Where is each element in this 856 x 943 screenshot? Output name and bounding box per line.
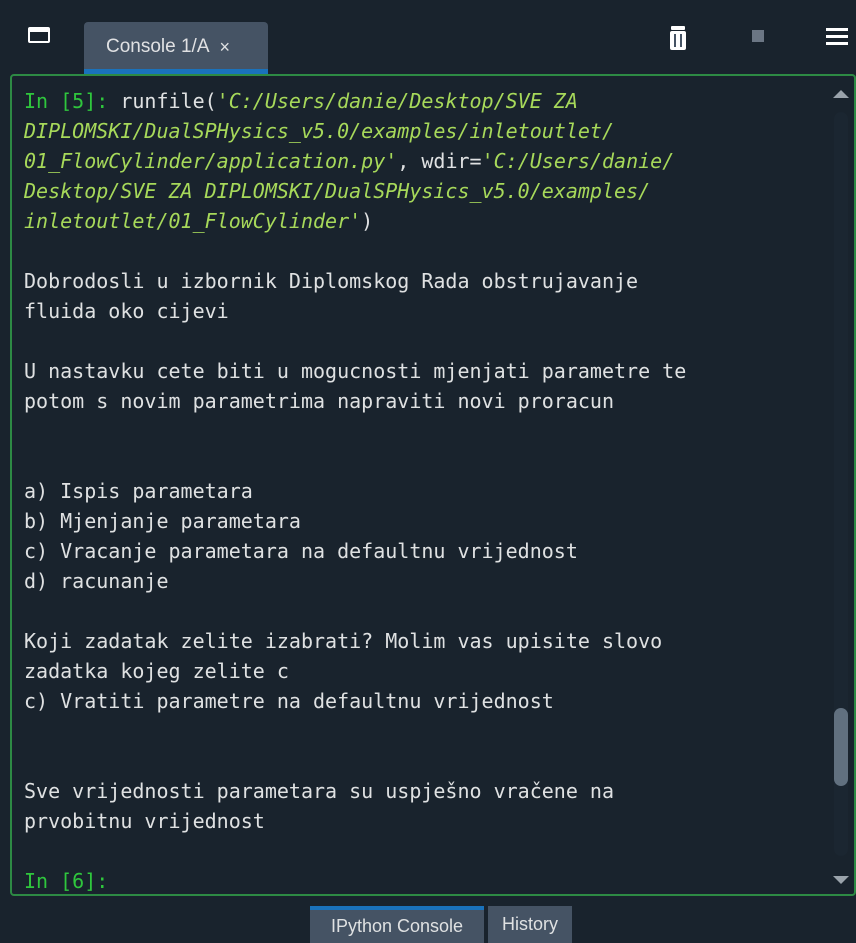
console-text: c) Vratiti parametre na defaultnu vrijed…: [24, 689, 554, 713]
console-line: potom s novim parametrima napraviti novi…: [24, 386, 829, 416]
console-text: runfile(: [120, 89, 217, 113]
console-output: In [5]: runfile('C:/Users/danie/Desktop/…: [24, 86, 829, 894]
console-line: Dobrodosli u izbornik Diplomskog Rada ob…: [24, 266, 829, 296]
console-line: d) racunanje: [24, 566, 829, 596]
string-literal: 01_FlowCylinder/application.py': [24, 149, 398, 173]
string-literal: DIPLOMSKI/DualSPHysics_v5.0/examples/inl…: [24, 119, 615, 143]
tab-label: Console 1/A: [106, 36, 210, 57]
console-line: zadatka kojeg zelite c: [24, 656, 829, 686]
ipython-console-pane[interactable]: In [5]: runfile('C:/Users/danie/Desktop/…: [10, 74, 856, 896]
console-line: fluida oko cijevi: [24, 296, 829, 326]
bottom-tab-bar: IPython Console History: [0, 896, 856, 943]
tab-console[interactable]: Console 1/A ×: [84, 22, 268, 72]
string-literal: 'C:/Users/danie/: [481, 149, 675, 173]
console-line: c) Vratiti parametre na defaultnu vrijed…: [24, 686, 829, 716]
console-text: potom s novim parametrima napraviti novi…: [24, 389, 615, 413]
hamburger-menu-icon[interactable]: [826, 28, 848, 46]
input-prompt: In [5]:: [24, 89, 121, 113]
console-toolbar: Console 1/A ×: [0, 0, 856, 78]
console-line: Koji zadatak zelite izabrati? Molim vas …: [24, 626, 829, 656]
console-text: b) Mjenjanje parametara: [24, 509, 301, 533]
stop-icon[interactable]: [752, 30, 764, 42]
console-text: U nastavku cete biti u mogucnosti mjenja…: [24, 359, 687, 383]
console-text: prvobitnu vrijednost: [24, 809, 265, 833]
tab-history[interactable]: History: [488, 906, 572, 943]
console-line: 01_FlowCylinder/application.py', wdir='C…: [24, 146, 829, 176]
console-text: ): [361, 209, 374, 233]
console-line: Desktop/SVE ZA DIPLOMSKI/DualSPHysics_v5…: [24, 176, 829, 206]
console-text: d) racunanje: [24, 569, 169, 593]
console-text: Sve vrijednosti parametara su uspješno v…: [24, 779, 615, 803]
console-line: c) Vracanje parametara na defaultnu vrij…: [24, 536, 829, 566]
console-line: U nastavku cete biti u mogucnosti mjenja…: [24, 356, 829, 386]
console-line: inletoutlet/01_FlowCylinder'): [24, 206, 829, 236]
console-line: Sve vrijednosti parametara su uspješno v…: [24, 776, 829, 806]
console-line: In [6]:: [24, 866, 829, 894]
console-text: fluida oko cijevi: [24, 299, 229, 323]
scroll-down-icon[interactable]: [833, 876, 849, 884]
trash-icon[interactable]: [668, 26, 688, 50]
string-literal: Desktop/SVE ZA DIPLOMSKI/DualSPHysics_v5…: [24, 179, 651, 203]
input-prompt: In [6]:: [24, 869, 121, 893]
tab-ipython-console[interactable]: IPython Console: [310, 906, 484, 943]
undock-icon[interactable]: [28, 27, 50, 43]
console-line: DIPLOMSKI/DualSPHysics_v5.0/examples/inl…: [24, 116, 829, 146]
console-text: Koji zadatak zelite izabrati? Molim vas …: [24, 629, 663, 653]
string-literal: 'C:/Users/danie/Desktop/SVE ZA: [216, 89, 578, 113]
console-text: zadatka kojeg zelite c: [24, 659, 289, 683]
console-line: In [5]: runfile('C:/Users/danie/Desktop/…: [24, 86, 829, 116]
console-line: prvobitnu vrijednost: [24, 806, 829, 836]
console-line: a) Ispis parametara: [24, 476, 829, 506]
console-text: Dobrodosli u izbornik Diplomskog Rada ob…: [24, 269, 639, 293]
scroll-thumb[interactable]: [834, 708, 848, 786]
console-text: , wdir=: [397, 149, 482, 173]
console-line: b) Mjenjanje parametara: [24, 506, 829, 536]
console-text: a) Ispis parametara: [24, 479, 253, 503]
vertical-scrollbar[interactable]: [828, 76, 852, 894]
scroll-up-icon[interactable]: [833, 90, 849, 98]
string-literal: inletoutlet/01_FlowCylinder': [24, 209, 362, 233]
tab-close-icon[interactable]: ×: [220, 37, 231, 58]
console-text: c) Vracanje parametara na defaultnu vrij…: [24, 539, 578, 563]
